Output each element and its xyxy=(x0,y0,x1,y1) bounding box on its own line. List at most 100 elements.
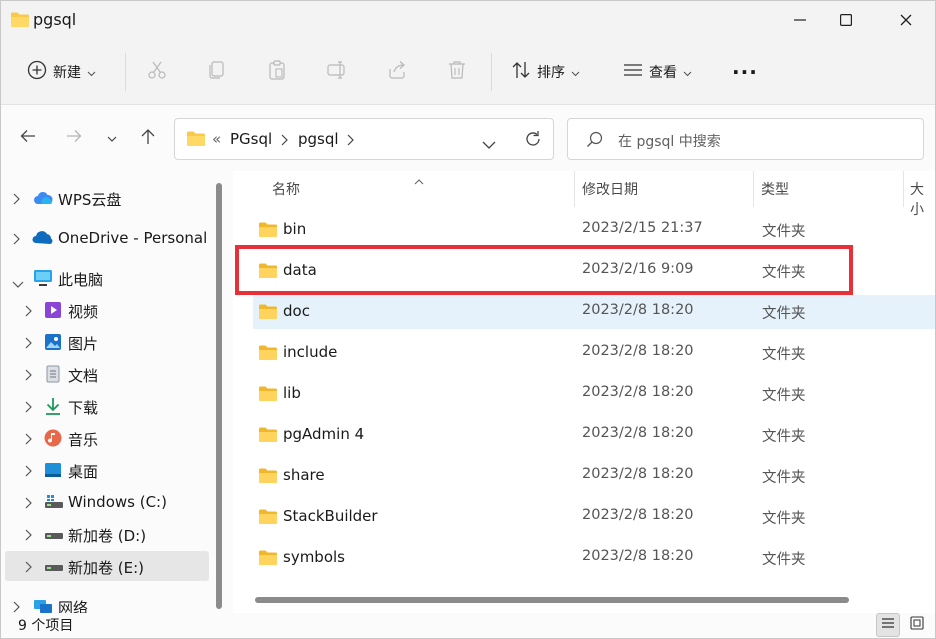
file-row[interactable]: share 2023/2/8 18:20 文件夹 xyxy=(253,459,935,493)
paste-button[interactable] xyxy=(267,39,287,105)
sidebar-item-label: 图片 xyxy=(68,335,99,353)
more-options-button[interactable]: ··· xyxy=(732,39,758,105)
chevron-right-icon[interactable] xyxy=(25,559,32,577)
breadcrumb-pgsql[interactable]: pgsql xyxy=(298,130,339,148)
file-name[interactable]: symbols xyxy=(283,548,345,566)
sidebar-item-drive-d[interactable]: 新加卷 (D:) xyxy=(5,519,209,549)
drive-icon xyxy=(44,525,63,543)
column-divider[interactable] xyxy=(753,171,754,207)
chevron-down-icon xyxy=(107,129,117,147)
file-name[interactable]: include xyxy=(283,343,337,361)
horizontal-scrollbar[interactable] xyxy=(255,597,849,603)
breadcrumb-pgsql-root[interactable]: PGsql xyxy=(230,130,272,148)
search-input[interactable]: 在 pgsql 中搜索 xyxy=(618,131,721,151)
file-row[interactable]: symbols 2023/2/8 18:20 文件夹 xyxy=(253,541,935,575)
view-button[interactable]: 查看 xyxy=(623,39,692,105)
chevron-right-icon[interactable] xyxy=(25,431,32,449)
chevron-right-icon[interactable] xyxy=(25,367,32,385)
file-row[interactable]: doc 2023/2/8 18:20 文件夹 xyxy=(253,295,935,329)
search-box[interactable]: 在 pgsql 中搜索 xyxy=(567,118,924,160)
address-bar[interactable]: « PGsql pgsql xyxy=(174,118,554,160)
sidebar-item-wps[interactable]: WPS云盘 xyxy=(5,183,209,213)
chevron-right-icon[interactable] xyxy=(25,335,32,353)
sidebar-item-music[interactable]: 音乐 xyxy=(5,423,209,453)
column-divider[interactable] xyxy=(574,171,575,207)
minimize-button[interactable] xyxy=(777,1,823,39)
new-button[interactable]: 新建 xyxy=(27,39,96,105)
up-button[interactable] xyxy=(133,123,163,153)
chevron-right-icon[interactable] xyxy=(13,231,20,249)
sidebar-scrollbar[interactable] xyxy=(216,183,222,609)
file-name[interactable]: lib xyxy=(283,384,301,402)
maximize-button[interactable] xyxy=(823,1,869,39)
folder-icon xyxy=(259,550,277,569)
copy-button[interactable] xyxy=(207,39,227,105)
chevron-right-icon[interactable] xyxy=(25,463,32,481)
sidebar-item-desktop[interactable]: 桌面 xyxy=(5,455,209,485)
cut-button[interactable] xyxy=(147,39,167,105)
file-name[interactable]: StackBuilder xyxy=(283,507,378,525)
chevron-right-icon[interactable] xyxy=(25,527,32,545)
chevron-right-icon[interactable] xyxy=(13,599,20,613)
details-view-button[interactable] xyxy=(876,613,900,637)
breadcrumb-separator-icon[interactable] xyxy=(347,132,354,150)
address-history-chevron-icon[interactable] xyxy=(482,135,496,153)
file-name[interactable]: data xyxy=(283,261,317,279)
back-button[interactable] xyxy=(13,123,43,153)
file-name[interactable]: pgAdmin 4 xyxy=(283,425,364,443)
sidebar-item-downloads[interactable]: 下载 xyxy=(5,391,209,421)
tiles-view-button[interactable] xyxy=(905,613,929,637)
folder-icon xyxy=(259,386,277,405)
sidebar-item-documents[interactable]: 文档 xyxy=(5,359,209,389)
view-label: 查看 xyxy=(649,65,677,81)
forward-button[interactable] xyxy=(59,123,89,153)
delete-button[interactable] xyxy=(447,39,467,105)
chevron-down-icon xyxy=(571,63,580,81)
file-row[interactable]: bin 2023/2/15 21:37 文件夹 xyxy=(253,213,935,247)
sidebar-item-drive-c[interactable]: Windows (C:) xyxy=(5,487,209,517)
sidebar-item-label: 新加卷 (D:) xyxy=(68,527,147,545)
file-type: 文件夹 xyxy=(762,552,806,568)
file-row[interactable]: pgAdmin 4 2023/2/8 18:20 文件夹 xyxy=(253,418,935,452)
sidebar-item-onedrive[interactable]: OneDrive - Personal xyxy=(5,223,209,253)
sidebar-item-this-pc[interactable]: 此电脑 xyxy=(5,263,209,293)
sidebar-item-pictures[interactable]: 图片 xyxy=(5,327,209,357)
chevron-right-icon[interactable] xyxy=(25,303,32,321)
rename-button[interactable] xyxy=(327,39,349,105)
share-button[interactable] xyxy=(387,39,407,105)
file-name[interactable]: doc xyxy=(283,302,310,320)
sidebar-item-network[interactable]: 网络 xyxy=(5,591,209,613)
breadcrumb-overflow[interactable]: « xyxy=(212,130,221,148)
arrow-left-icon xyxy=(20,129,36,147)
column-header-modified[interactable]: 修改日期 xyxy=(582,179,638,199)
column-divider[interactable] xyxy=(903,171,904,207)
column-header-type[interactable]: 类型 xyxy=(761,179,789,199)
file-type: 文件夹 xyxy=(762,306,806,322)
sidebar-item-drive-e[interactable]: 新加卷 (E:) xyxy=(5,551,209,581)
column-header-name[interactable]: 名称 xyxy=(272,179,300,199)
sidebar-item-videos[interactable]: 视频 xyxy=(5,295,209,325)
close-button[interactable] xyxy=(883,1,929,39)
folder-icon xyxy=(259,468,277,487)
chevron-right-icon[interactable] xyxy=(13,191,20,209)
file-name[interactable]: share xyxy=(283,466,325,484)
refresh-icon[interactable] xyxy=(524,130,542,152)
file-row[interactable]: lib 2023/2/8 18:20 文件夹 xyxy=(253,377,935,411)
file-name[interactable]: bin xyxy=(283,220,306,238)
chevron-right-icon[interactable] xyxy=(25,399,32,417)
item-count: 9 个项目 xyxy=(18,618,74,634)
file-row[interactable]: StackBuilder 2023/2/8 18:20 文件夹 xyxy=(253,500,935,534)
title-bar[interactable]: pgsql xyxy=(1,1,935,39)
chevron-down-icon[interactable] xyxy=(12,274,24,292)
chevron-right-icon[interactable] xyxy=(25,495,32,513)
sort-button[interactable]: 排序 xyxy=(511,39,580,105)
sidebar-item-label: 视频 xyxy=(68,303,99,321)
network-icon xyxy=(33,597,52,613)
file-modified-date: 2023/2/8 18:20 xyxy=(582,384,694,400)
file-row[interactable]: include 2023/2/8 18:20 文件夹 xyxy=(253,336,935,370)
folder-icon xyxy=(259,263,277,282)
recent-locations-button[interactable] xyxy=(97,123,127,153)
file-row[interactable]: data 2023/2/16 9:09 文件夹 xyxy=(253,254,935,288)
music-icon xyxy=(44,429,62,447)
breadcrumb-separator-icon[interactable] xyxy=(281,132,288,150)
